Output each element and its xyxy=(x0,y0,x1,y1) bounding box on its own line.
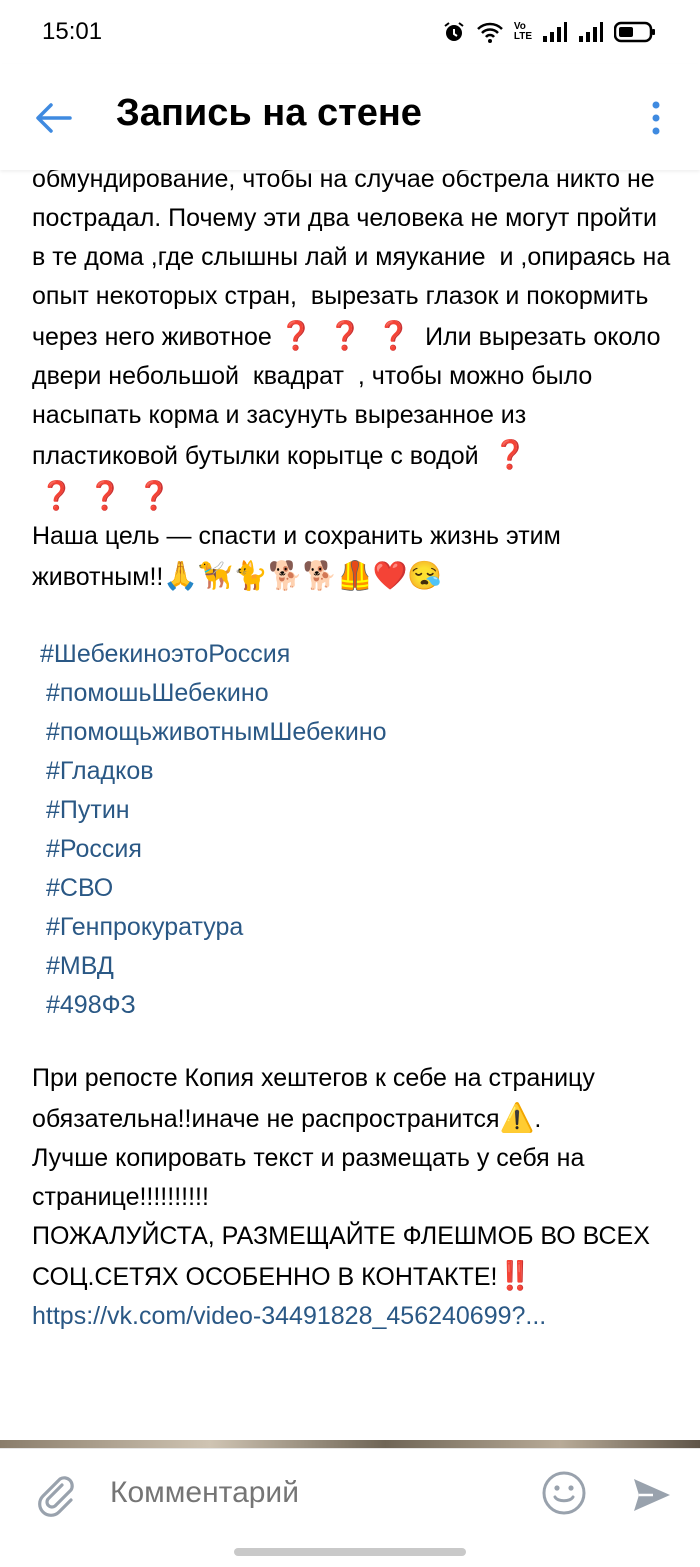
warning-emoji: ⚠️ xyxy=(499,1102,535,1133)
smile-icon xyxy=(542,1471,586,1515)
alarm-icon xyxy=(444,22,464,41)
status-bar: 15:01 Vo LTE xyxy=(0,0,700,64)
question-mark-emoji: ❓ xyxy=(278,320,314,351)
repost-note-1-end: . xyxy=(534,1105,542,1133)
hashtag-link[interactable]: #Россия xyxy=(32,830,672,869)
back-button[interactable] xyxy=(30,94,78,142)
double-exclamation-emoji: ‼️ xyxy=(497,1260,533,1291)
status-time: 15:01 xyxy=(42,18,103,45)
question-mark-emoji: ❓ xyxy=(376,320,412,351)
status-icons: Vo LTE xyxy=(442,18,656,46)
app-header: Запись на стене xyxy=(0,64,700,170)
attach-button[interactable] xyxy=(32,1471,80,1519)
send-button[interactable] xyxy=(630,1473,674,1517)
home-indicator[interactable] xyxy=(234,1548,466,1556)
wifi-icon xyxy=(476,22,503,43)
question-mark-emoji: ❓ xyxy=(38,480,74,511)
battery-icon xyxy=(614,21,655,43)
post-content: обмундирование, чтобы на случае обстрела… xyxy=(32,160,672,1336)
question-mark-emoji: ❓ xyxy=(136,480,172,511)
hashtag-link[interactable]: #СВО xyxy=(32,869,672,908)
hashtag-link[interactable]: #498ФЗ xyxy=(32,986,672,1025)
volte-icon: Vo LTE xyxy=(513,21,532,42)
send-icon xyxy=(634,1479,670,1511)
question-mark-emoji: ❓ xyxy=(327,320,363,351)
repost-note-3: ПОЖАЛУЙСТА, РАЗМЕЩАЙТЕ ФЛЕШМОБ ВО ВСЕХ С… xyxy=(32,1222,657,1291)
repost-note-2: Лучше копировать текст и размещать у себ… xyxy=(32,1144,592,1211)
emoji-button[interactable] xyxy=(540,1469,588,1517)
hashtag-link[interactable]: #Гладков xyxy=(32,752,672,791)
more-options-button[interactable] xyxy=(642,94,670,142)
question-mark-emoji: ❓ xyxy=(87,480,123,511)
arrow-left-icon xyxy=(36,103,72,133)
hashtag-link[interactable]: #ШебекиноэтоРоссия xyxy=(32,635,672,674)
comment-bar xyxy=(0,1448,700,1539)
repost-note: При репосте Копия хештегов к себе на стр… xyxy=(32,1059,672,1297)
hashtag-link[interactable]: #Путин xyxy=(32,791,672,830)
paperclip-icon xyxy=(38,1476,74,1517)
post-text: обмундирование, чтобы на случае обстрела… xyxy=(32,160,672,597)
signal-icon xyxy=(579,22,603,42)
attached-photo-preview[interactable] xyxy=(0,1440,700,1448)
question-mark-emoji: ❓ xyxy=(492,439,528,470)
hashtag-link[interactable]: #помошьШебекино xyxy=(32,674,672,713)
hashtag-list: #ШебекиноэтоРоссия #помошьШебекино #помо… xyxy=(32,635,672,1025)
hashtag-link[interactable]: #Генпрокуратура xyxy=(32,908,672,947)
signal-icon xyxy=(543,22,567,42)
video-link[interactable]: https://vk.com/video-34491828_456240699?… xyxy=(32,1297,672,1336)
page-title: Запись на стене xyxy=(116,92,422,134)
hashtag-link[interactable]: #МВД xyxy=(32,947,672,986)
comment-input[interactable] xyxy=(110,1471,510,1515)
emoji-sequence: 🙏🦮🐈🐕🐕🦺❤️😪 xyxy=(163,560,443,591)
hashtag-link[interactable]: #помощьживотнымШебекино xyxy=(32,713,672,752)
more-vertical-icon xyxy=(652,101,660,135)
